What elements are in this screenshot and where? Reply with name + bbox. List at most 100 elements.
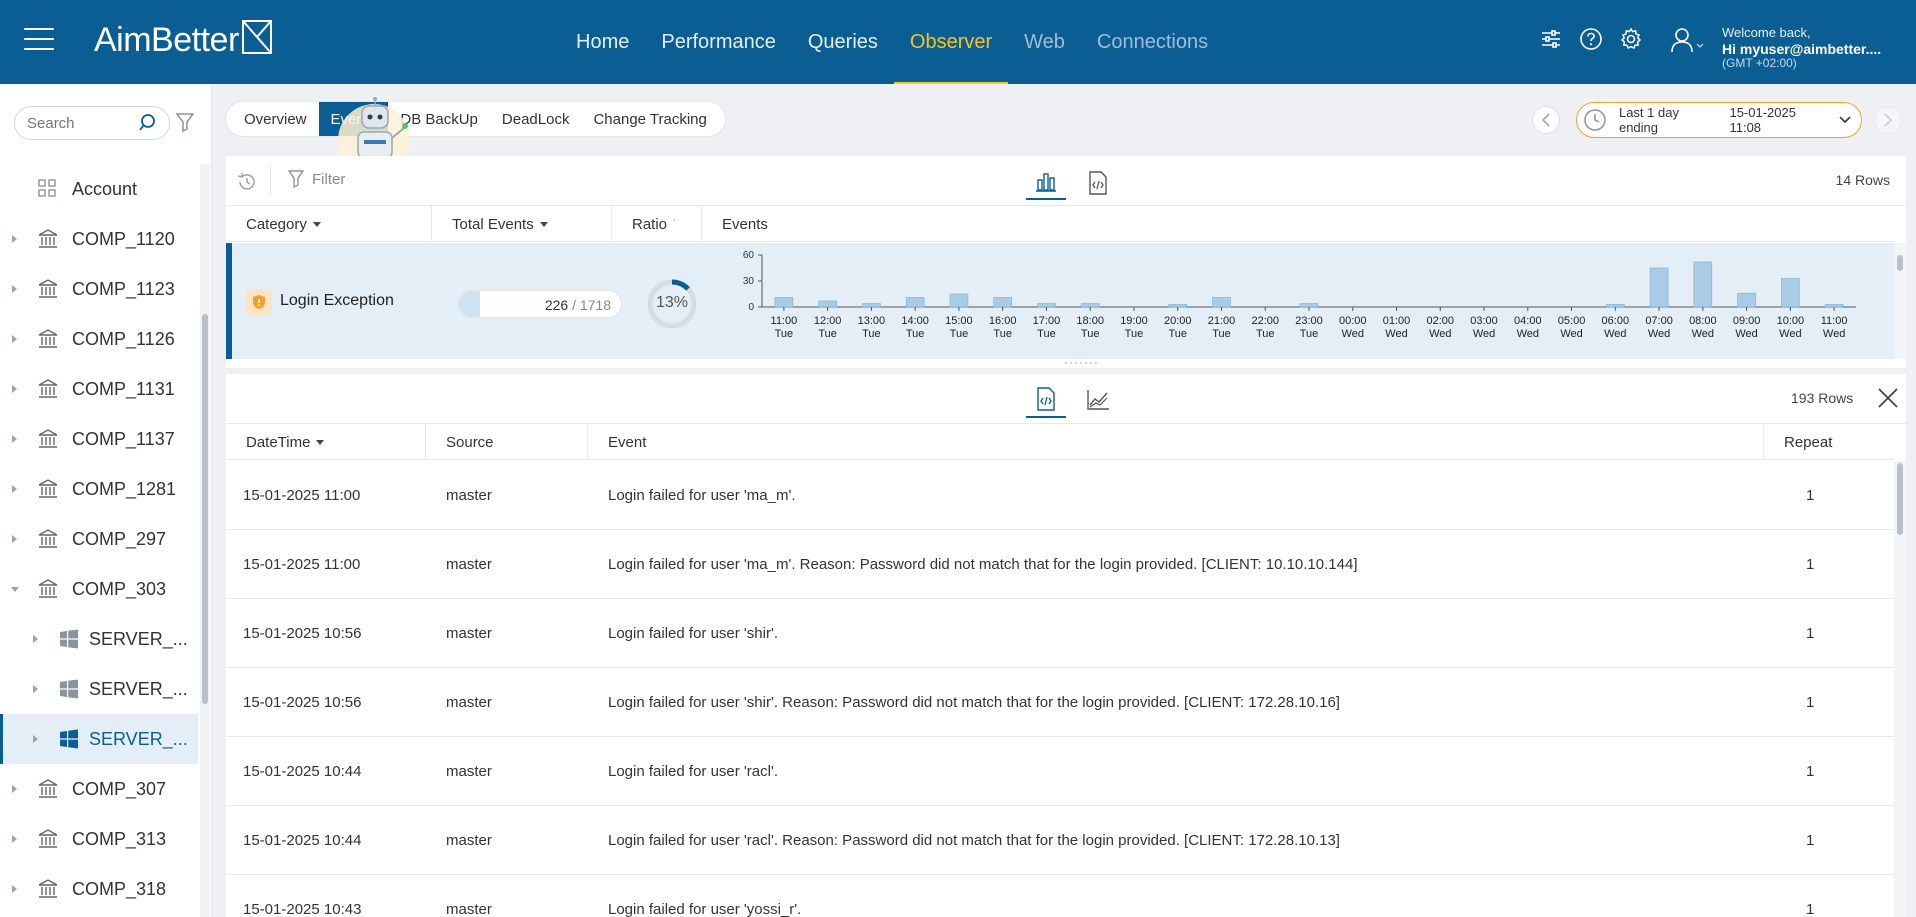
sidebar-scrollbar[interactable] bbox=[200, 164, 210, 917]
user-menu[interactable]: Welcome back, Hi myuser@aimbetter.... (G… bbox=[1670, 25, 1881, 71]
caret-right-icon[interactable] bbox=[12, 785, 17, 793]
chart-bar[interactable] bbox=[949, 293, 969, 308]
time-next-button[interactable] bbox=[1874, 106, 1902, 134]
tab-deadlock[interactable]: DeadLock bbox=[490, 102, 582, 136]
search-icon[interactable] bbox=[139, 113, 159, 133]
chart-bar[interactable] bbox=[1781, 278, 1800, 308]
nav-queries[interactable]: Queries bbox=[792, 0, 894, 84]
tab-db-backup[interactable]: DB BackUp bbox=[388, 102, 490, 136]
sidebar-item-comp-1120[interactable]: COMP_1120 bbox=[0, 214, 198, 264]
chart-bar[interactable] bbox=[1737, 292, 1756, 308]
nav-observer[interactable]: Observer bbox=[893, 0, 1009, 84]
col-source[interactable]: Source bbox=[426, 424, 588, 460]
help-icon[interactable] bbox=[1578, 26, 1604, 52]
caret-right-icon[interactable] bbox=[12, 885, 17, 893]
caret-right-icon[interactable] bbox=[12, 485, 17, 493]
app-logo[interactable]: AimBetter bbox=[94, 18, 273, 62]
chart-view-button[interactable] bbox=[1026, 166, 1066, 200]
caret-down-icon[interactable] bbox=[11, 587, 19, 592]
table-row[interactable]: 15-01-2025 10:56 master Login failed for u… bbox=[226, 668, 1894, 737]
filter-icon[interactable] bbox=[176, 112, 194, 132]
menu-icon[interactable] bbox=[24, 28, 54, 52]
chart-bar[interactable] bbox=[1037, 303, 1056, 308]
user-icon[interactable] bbox=[1670, 26, 1706, 56]
settings-icon[interactable] bbox=[1618, 26, 1644, 52]
sidebar-search[interactable] bbox=[14, 106, 170, 140]
caret-right-icon[interactable] bbox=[12, 535, 17, 543]
sidebar-item-comp-313[interactable]: COMP_313 bbox=[0, 814, 198, 864]
chart-bar[interactable] bbox=[774, 297, 794, 308]
tab-overview[interactable]: Overview bbox=[232, 102, 319, 136]
tab-change-tracking[interactable]: Change Tracking bbox=[581, 102, 718, 136]
sidebar-item-comp-1131[interactable]: COMP_1131 bbox=[0, 364, 198, 414]
col-ratio[interactable]: Ratio ˙ bbox=[612, 206, 702, 242]
sliders-icon[interactable] bbox=[1538, 26, 1564, 52]
col-datetime[interactable]: DateTime bbox=[226, 424, 426, 460]
sidebar-item-account[interactable]: Account bbox=[0, 164, 198, 214]
chart-bar[interactable] bbox=[1299, 303, 1319, 308]
chart-bar[interactable] bbox=[1649, 267, 1669, 308]
caret-right-icon[interactable] bbox=[33, 685, 38, 693]
time-prev-button[interactable] bbox=[1532, 106, 1560, 134]
chart-bar[interactable] bbox=[993, 297, 1012, 308]
events-scrollbar[interactable] bbox=[1894, 461, 1906, 917]
history-icon[interactable] bbox=[236, 171, 258, 193]
sidebar-item-comp-1281[interactable]: COMP_1281 bbox=[0, 464, 198, 514]
categories-scroll-thumb[interactable] bbox=[1897, 255, 1903, 271]
caret-right-icon[interactable] bbox=[12, 835, 17, 843]
sidebar-item-server[interactable]: SERVER_... bbox=[0, 714, 198, 764]
code-view-button[interactable] bbox=[1078, 166, 1118, 200]
close-icon[interactable] bbox=[1876, 386, 1900, 410]
category-row[interactable]: Login Exception 226 / 1718 13% 60 30 0 11:0… bbox=[226, 243, 1894, 359]
sidebar-item-server[interactable]: SERVER_... bbox=[0, 664, 198, 714]
categories-filter[interactable]: Filter bbox=[288, 170, 345, 188]
nav-web[interactable]: Web bbox=[1008, 0, 1081, 84]
col-event[interactable]: Event bbox=[588, 424, 1764, 460]
sidebar-item-server[interactable]: SERVER_... bbox=[0, 614, 198, 664]
chart-bar[interactable] bbox=[1606, 304, 1625, 308]
col-total-events[interactable]: Total Events bbox=[432, 206, 612, 242]
tab-events[interactable]: Events bbox=[318, 102, 389, 136]
caret-right-icon[interactable] bbox=[33, 635, 38, 643]
nav-connections[interactable]: Connections bbox=[1081, 0, 1224, 84]
chart-bar[interactable] bbox=[818, 300, 837, 308]
time-range-selector[interactable]: Last 1 day ending 15-01-2025 11:08 bbox=[1576, 102, 1862, 138]
caret-right-icon[interactable] bbox=[33, 735, 38, 743]
sidebar-item-comp-303[interactable]: COMP_303 bbox=[0, 564, 198, 614]
sidebar-item-comp-1126[interactable]: COMP_1126 bbox=[0, 314, 198, 364]
caret-right-icon[interactable] bbox=[12, 235, 17, 243]
caret-right-icon[interactable] bbox=[12, 435, 17, 443]
table-row[interactable]: 15-01-2025 10:44 master Login failed for u… bbox=[226, 806, 1894, 875]
chart-bar[interactable] bbox=[1212, 297, 1231, 308]
table-row[interactable]: 15-01-2025 11:00 master Login failed for u… bbox=[226, 530, 1894, 599]
caret-right-icon[interactable] bbox=[12, 335, 17, 343]
sidebar-item-comp-297[interactable]: COMP_297 bbox=[0, 514, 198, 564]
table-row[interactable]: 15-01-2025 11:00 master Login failed for u… bbox=[226, 461, 1894, 530]
sidebar-item-comp-318[interactable]: COMP_318 bbox=[0, 864, 198, 914]
col-category[interactable]: Category bbox=[226, 206, 432, 242]
events-code-view-button[interactable] bbox=[1026, 382, 1066, 418]
caret-right-icon[interactable] bbox=[12, 285, 17, 293]
table-row[interactable]: 15-01-2025 10:43 master Login failed for u… bbox=[226, 875, 1894, 917]
events-line-chart-button[interactable] bbox=[1078, 382, 1118, 418]
nav-performance[interactable]: Performance bbox=[645, 0, 792, 84]
table-row[interactable]: 15-01-2025 10:56 master Login failed for u… bbox=[226, 599, 1894, 668]
search-input[interactable] bbox=[27, 114, 137, 132]
chart-bar[interactable] bbox=[1080, 303, 1100, 308]
sidebar-item-comp-307[interactable]: COMP_307 bbox=[0, 764, 198, 814]
categories-scrollbar[interactable] bbox=[1894, 243, 1906, 359]
sidebar-item-comp-1137[interactable]: COMP_1137 bbox=[0, 414, 198, 464]
col-repeat[interactable]: Repeat bbox=[1764, 424, 1894, 460]
chart-bar[interactable] bbox=[1824, 304, 1844, 308]
chart-bar[interactable] bbox=[1693, 261, 1713, 308]
events-scroll-thumb[interactable] bbox=[1897, 463, 1903, 535]
panel-resize-handle[interactable] bbox=[1062, 360, 1102, 366]
table-row[interactable]: 15-01-2025 10:44 master Login failed for u… bbox=[226, 737, 1894, 806]
nav-home[interactable]: Home bbox=[560, 0, 645, 84]
chart-bar[interactable] bbox=[1168, 304, 1188, 308]
sidebar-item-comp-1123[interactable]: COMP_1123 bbox=[0, 264, 198, 314]
sidebar-scroll-thumb[interactable] bbox=[202, 314, 208, 704]
chart-bar[interactable] bbox=[862, 303, 881, 308]
chart-bar[interactable] bbox=[905, 297, 925, 308]
caret-right-icon[interactable] bbox=[12, 385, 17, 393]
